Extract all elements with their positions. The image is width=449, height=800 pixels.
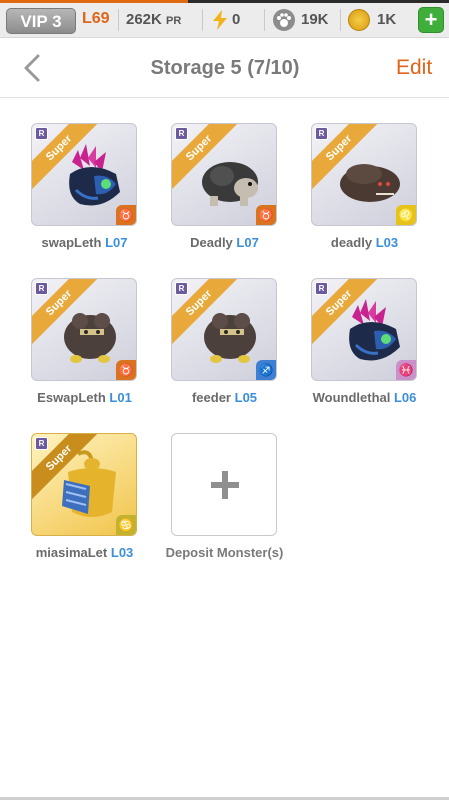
status-bar-accent-end [188, 0, 449, 3]
rarity-badge: R [175, 127, 188, 140]
monster-card[interactable]: Super R ♓ [311, 278, 417, 381]
cancer-icon: ♋ [116, 515, 136, 535]
taurus-icon: ♉ [116, 205, 136, 225]
coin-icon [348, 9, 370, 31]
monster-caption: deadly L03 [287, 235, 442, 250]
rarity-badge: R [35, 127, 48, 140]
monster-caption: Deadly L07 [147, 235, 302, 250]
monster-name: miasimaLet [35, 545, 108, 560]
monster-card[interactable]: Super R ♉ [31, 123, 137, 226]
divider [202, 9, 203, 31]
monster-name: deadly [330, 235, 373, 250]
monster-slot[interactable]: Super R ♉ swapLeth L07 [7, 123, 147, 273]
chevron-left-icon[interactable] [14, 50, 50, 86]
page-title: Storage 5 (7/10) [150, 57, 300, 79]
monster-level: L03 [110, 545, 134, 560]
monster-card[interactable]: Super R ♉ [171, 123, 277, 226]
monster-caption: EswapLeth L01 [7, 390, 162, 405]
rarity-badge: R [315, 282, 328, 295]
monster-slot[interactable]: Super R ♌ deadly L03 [287, 123, 427, 273]
monster-name: feeder [191, 390, 231, 405]
monster-slot[interactable]: Super R ♉ EswapLeth L01 [7, 278, 147, 428]
monster-card[interactable]: Super R ♉ [31, 278, 137, 381]
divider [118, 9, 119, 31]
rarity-badge: R [175, 282, 188, 295]
monster-card[interactable]: Super R ♋ [31, 433, 137, 536]
player-level: L69 [82, 10, 110, 27]
monster-slot[interactable]: Super R ♋ miasimaLet L03 [7, 433, 147, 583]
monster-name: swapLeth [41, 235, 102, 250]
monster-caption: Woundlethal L06 [287, 390, 442, 405]
food-value: 19K [301, 11, 329, 28]
edit-button[interactable]: Edit [396, 56, 432, 80]
paw-icon [273, 9, 295, 31]
divider [340, 9, 341, 31]
lightning-icon [213, 10, 227, 30]
monster-caption: swapLeth L07 [7, 235, 162, 250]
monster-slot[interactable]: Super R ♓ Woundlethal L06 [287, 278, 427, 428]
monster-slot[interactable]: Super R ♉ Deadly L07 [147, 123, 287, 273]
monster-level: L01 [109, 390, 132, 405]
rarity-badge: R [35, 282, 48, 295]
monster-name: Deadly [190, 235, 233, 250]
deposit-monster-button[interactable] [171, 433, 277, 536]
add-currency-button[interactable]: + [418, 7, 444, 33]
monster-level: L06 [393, 390, 417, 405]
energy-value: 0 [232, 11, 241, 28]
monster-level: L03 [375, 235, 399, 250]
monster-level: L07 [236, 235, 259, 250]
monster-caption: feeder L05 [147, 390, 302, 405]
gold-value: 1K [377, 11, 397, 28]
rarity-badge: R [315, 127, 328, 140]
page-header: Storage 5 (7/10) Edit [0, 38, 449, 98]
taurus-icon: ♉ [256, 205, 276, 225]
monster-level: L05 [234, 390, 258, 405]
pisces-icon: ♓ [396, 360, 416, 380]
plus-icon [211, 471, 239, 499]
deposit-slot[interactable]: Deposit Monster(s) [147, 433, 287, 583]
status-bar: VIP 3 L69 262K PR 0 19K 1K + [0, 0, 449, 38]
power-unit: PR [166, 15, 182, 27]
monster-caption: miasimaLet L03 [7, 545, 162, 560]
power-rating: 262K PR [126, 11, 181, 28]
monster-card[interactable]: Super R ♐ [171, 278, 277, 381]
monster-level: L07 [105, 235, 128, 250]
rarity-badge: R [35, 437, 48, 450]
vip-badge[interactable]: VIP 3 [6, 8, 76, 34]
monster-name: Woundlethal [312, 390, 391, 405]
monster-card[interactable]: Super R ♌ [311, 123, 417, 226]
deposit-label: Deposit Monster(s) [165, 545, 284, 560]
leo-icon: ♌ [396, 205, 416, 225]
taurus-icon: ♉ [116, 360, 136, 380]
power-value: 262K [126, 11, 162, 28]
monster-name: EswapLeth [37, 390, 106, 405]
divider [264, 9, 265, 31]
monster-slot[interactable]: Super R ♐ feeder L05 [147, 278, 287, 428]
sagittarius-icon: ♐ [256, 360, 276, 380]
